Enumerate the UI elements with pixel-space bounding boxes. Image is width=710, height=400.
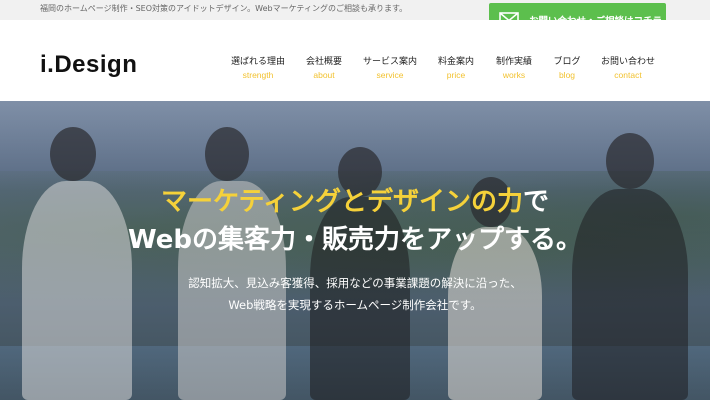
hero-headline-tail: で (522, 187, 549, 217)
nav-label-jp: 会社概要 (305, 57, 342, 67)
nav-label-en: blog (558, 70, 576, 80)
nav-label-en: strength (242, 70, 274, 80)
nav-label-en: works (502, 70, 526, 80)
nav-label-en: price (446, 70, 466, 80)
main-nav: 選ばれる理由 strength 会社概要 about サービス案内 servic… (0, 54, 710, 84)
hero-description: 認知拡大、見込み客獲得、採用などの事業課題の解決に沿った、 Web戦略を実現する… (0, 272, 710, 316)
hero-headline-highlight: マーケティングとデザインの力 (161, 187, 523, 217)
nav-label-jp: 料金案内 (437, 57, 474, 67)
nav-label-jp: サービス案内 (362, 57, 417, 67)
hero-desc-line1: 認知拡大、見込み客獲得、採用などの事業課題の解決に沿った、 (188, 276, 522, 290)
hero-section: マーケティングとデザインの力で Webの集客力・販売力をアップする。 認知拡大、… (0, 101, 710, 400)
team-member-head (606, 133, 654, 189)
nav-label-jp: お問い合わせ (600, 57, 655, 67)
nav-label-jp: ブログ (553, 57, 581, 67)
nav-item-strength[interactable]: 選ばれる理由 strength (230, 54, 286, 80)
hero-headline-line1: マーケティングとデザインの力で (0, 186, 710, 218)
team-member-head (50, 127, 96, 181)
hero-headline-line2: Webの集客力・販売力をアップする。 (128, 225, 582, 255)
nav-item-about[interactable]: 会社概要 about (304, 54, 344, 80)
topbar-tagline: 福岡のホームページ制作・SEO対策のアイドットデザイン。Webマーケティングのご… (40, 4, 408, 13)
nav-label-jp: 選ばれる理由 (230, 57, 285, 67)
nav-item-works[interactable]: 制作実績 works (494, 54, 534, 80)
nav-item-blog[interactable]: ブログ blog (552, 54, 582, 80)
hero-headline: マーケティングとデザインの力で Webの集客力・販売力をアップする。 (0, 186, 710, 256)
team-member-head (205, 127, 249, 181)
site-header: i.Design 選ばれる理由 strength 会社概要 about サービス… (0, 20, 710, 101)
nav-item-price[interactable]: 料金案内 price (436, 54, 476, 80)
nav-item-contact[interactable]: お問い合わせ contact (600, 54, 656, 80)
nav-label-jp: 制作実績 (495, 57, 532, 67)
nav-label-en: about (313, 70, 335, 80)
hero-desc-line2: Web戦略を実現するホームページ制作会社です。 (228, 298, 482, 312)
nav-item-service[interactable]: サービス案内 service (362, 54, 418, 80)
nav-label-en: contact (614, 70, 642, 80)
nav-label-en: service (376, 70, 404, 80)
